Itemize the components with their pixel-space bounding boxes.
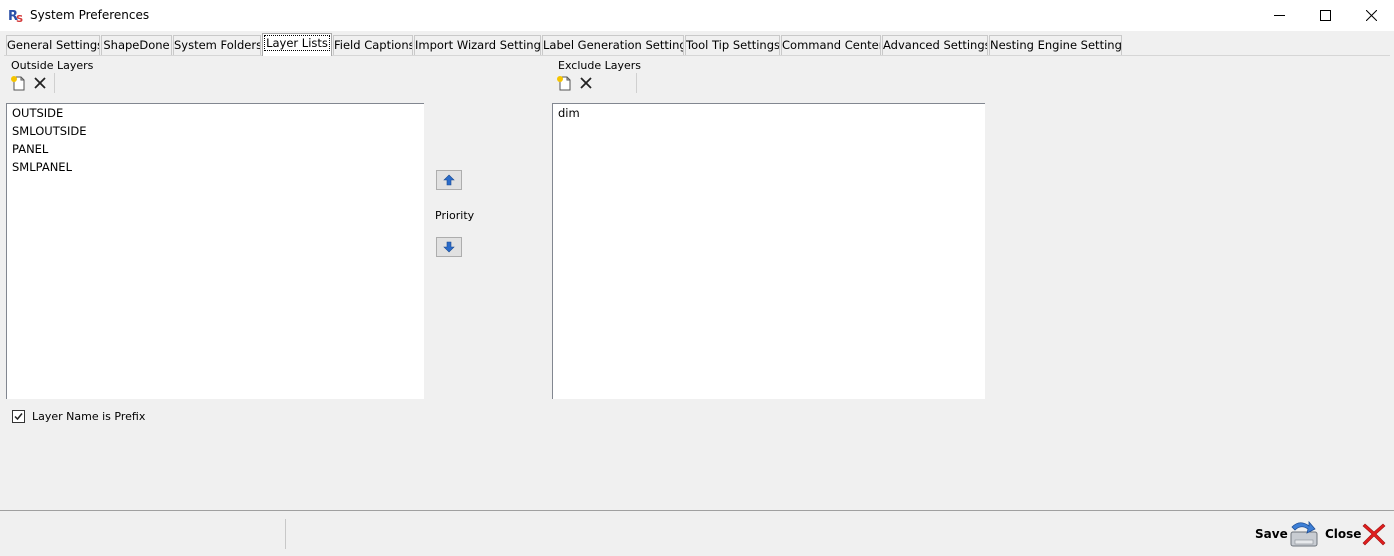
maximize-button[interactable] [1302,0,1348,31]
tab-advanced-settings[interactable]: Advanced Settings [882,35,988,55]
tab-label: Label Generation Settings [543,38,684,52]
tab-label: General Settings [7,38,100,52]
arrow-down-icon [443,241,455,253]
tab-label: Nesting Engine Settings [990,38,1122,52]
exclude-layers-label: Exclude Layers [558,59,641,72]
list-item[interactable]: PANEL [7,140,424,158]
app-logo-icon: R S [8,9,23,23]
tab-label: System Folders [174,38,261,52]
close-red-x-icon[interactable] [1361,521,1387,547]
tab-tool-tip-settings[interactable]: Tool Tip Settings [685,35,780,55]
move-up-button[interactable] [436,170,462,190]
tab-label: Field Captions [334,38,413,52]
tab-label: ShapeDone [103,38,170,52]
arrow-up-icon [443,174,455,186]
toolbar-separator [636,73,637,93]
close-icon [1365,10,1377,21]
save-label[interactable]: Save [1255,527,1288,541]
new-document-icon[interactable] [10,75,26,91]
delete-x-icon[interactable] [32,75,48,91]
tab-import-wizard-settings[interactable]: Import Wizard Settings [414,35,541,55]
layer-lists-panel: Outside Layers OUTSIDE SMLOUTSIDE PANEL … [4,55,1390,508]
close-window-button[interactable] [1348,0,1394,31]
tab-label: Layer Lists [264,35,330,51]
new-document-icon[interactable] [556,75,572,91]
tab-strip: General Settings ShapeDone System Folder… [4,33,1390,56]
list-item[interactable]: SMLOUTSIDE [7,122,424,140]
move-down-button[interactable] [436,237,462,257]
tab-field-captions[interactable]: Field Captions [333,35,413,55]
tab-label: Tool Tip Settings [686,38,780,52]
tab-nesting-engine-settings[interactable]: Nesting Engine Settings [989,35,1122,55]
save-disk-icon[interactable] [1287,518,1319,550]
tab-label: Import Wizard Settings [415,38,541,52]
minimize-icon [1273,15,1285,16]
outside-layers-label: Outside Layers [11,59,94,72]
delete-x-icon[interactable] [578,75,594,91]
tab-label: Advanced Settings [883,38,988,52]
footer-bar: Save Close [0,510,1394,556]
tab-general-settings[interactable]: General Settings [6,35,100,55]
tab-shapedone[interactable]: ShapeDone [101,35,172,55]
minimize-button[interactable] [1256,0,1302,31]
list-item[interactable]: OUTSIDE [7,104,424,122]
tab-label: Command Center [782,38,881,52]
tab-system-folders[interactable]: System Folders [173,35,261,55]
priority-label: Priority [435,209,475,222]
toolbar-separator [54,73,55,93]
checkmark-icon [14,413,23,421]
tab-layer-lists[interactable]: Layer Lists [262,33,332,56]
list-item[interactable]: SMLPANEL [7,158,424,176]
svg-text:S: S [16,14,23,23]
exclude-layers-list[interactable]: dim [552,103,985,399]
tab-command-center[interactable]: Command Center [781,35,881,55]
maximize-icon [1319,10,1331,21]
close-label[interactable]: Close [1325,527,1361,541]
outside-layers-list[interactable]: OUTSIDE SMLOUTSIDE PANEL SMLPANEL [6,103,424,399]
layer-name-prefix-checkbox[interactable] [12,410,25,423]
tab-label-generation-settings[interactable]: Label Generation Settings [542,35,684,55]
window-title: System Preferences [30,8,150,22]
list-item[interactable]: dim [553,104,985,122]
title-bar: R S System Preferences [0,0,1394,31]
layer-name-prefix-label[interactable]: Layer Name is Prefix [32,410,145,423]
status-cell [4,519,286,549]
